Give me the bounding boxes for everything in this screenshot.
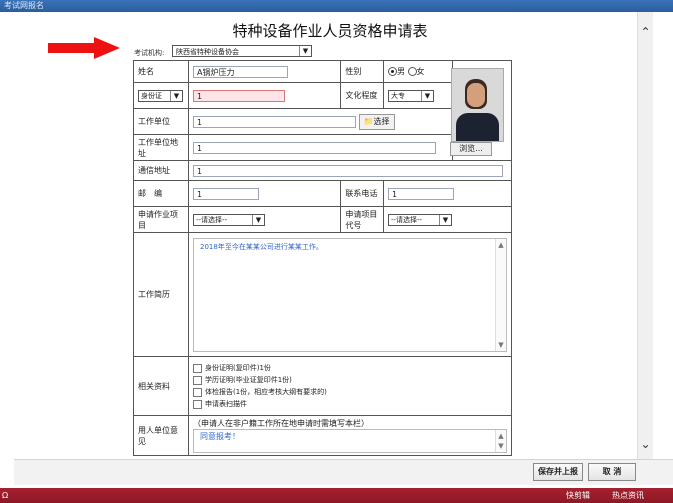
apply-item-label: 申请作业项目 <box>133 206 189 233</box>
chevron-down-icon[interactable]: ▼ <box>252 214 264 225</box>
apply-item-select[interactable]: --请选择-- ▼ <box>193 213 265 226</box>
gender-male-label: 男 <box>396 67 405 76</box>
chevron-up-icon[interactable]: ▲ <box>496 241 506 249</box>
taskbar: Ω 快剪辑 热点资讯 <box>0 488 673 503</box>
work-unit-input[interactable]: 1 <box>193 115 356 128</box>
material-item[interactable]: 身份证明(复印件)1份 <box>193 362 507 374</box>
employer-opinion-textarea[interactable]: 同意报考！ ▲ ▼ <box>193 429 507 453</box>
taskbar-left-text: Ω <box>2 491 9 500</box>
material-checkbox[interactable] <box>193 363 202 373</box>
window-title: 考试网报名 <box>4 1 44 10</box>
chevron-down-icon[interactable]: ▼ <box>496 442 506 450</box>
gender-label: 性别 <box>340 60 384 83</box>
material-label: 申请表扫描件 <box>205 400 247 408</box>
chevron-down-icon[interactable]: ▼ <box>170 90 182 101</box>
material-label: 学历证明(毕业证复印件1份) <box>205 376 292 384</box>
photo-face <box>467 83 485 107</box>
red-arrow-icon <box>48 43 94 53</box>
exam-org-value: 陕西省特种设备协会 <box>176 48 239 56</box>
taskbar-item-news[interactable]: 热点资讯 <box>612 488 644 503</box>
mail-address-label: 通信地址 <box>133 160 189 181</box>
materials-label: 相关资料 <box>133 356 189 416</box>
material-item[interactable]: 体检报告(1份，相应考核大纲有要求的) <box>193 386 507 398</box>
material-checkbox[interactable] <box>193 387 202 397</box>
material-item[interactable]: 申请表扫描件 <box>193 398 507 410</box>
exam-org-select[interactable]: 陕西省特种设备协会 ▼ <box>172 45 312 57</box>
mail-address-input[interactable]: 1 <box>193 164 503 177</box>
chevron-down-icon[interactable]: ▼ <box>420 90 433 101</box>
gender-female-label: 女 <box>416 67 425 76</box>
left-margin <box>0 12 14 459</box>
chevron-down-icon[interactable]: ▼ <box>496 341 506 349</box>
postcode-input[interactable]: 1 <box>193 187 259 200</box>
material-label: 身份证明(复印件)1份 <box>205 364 271 372</box>
scroll-up-icon[interactable]: ⌃ <box>638 24 653 40</box>
scroll-down-icon[interactable]: ⌄ <box>638 436 653 452</box>
employer-opinion-label: 用人单位意见 <box>133 415 189 456</box>
applicant-photo <box>451 68 504 142</box>
window-titlebar: 考试网报名 <box>0 0 673 12</box>
form-title: 特种设备作业人员资格申请表 <box>232 22 428 40</box>
id-number-input[interactable]: 1 <box>193 89 285 102</box>
name-input[interactable]: A锅炉压力 <box>193 65 288 78</box>
education-label: 文化程度 <box>340 82 384 109</box>
phone-input[interactable]: 1 <box>387 187 454 200</box>
resume-textarea[interactable]: 2018年至今在某某公司进行某某工作。 ▲ ▼ <box>193 237 507 352</box>
gender-female-radio[interactable] <box>407 67 417 76</box>
employer-opinion-text: 同意报考！ <box>200 432 240 441</box>
work-unit-address-label: 工作单位地址 <box>133 134 189 161</box>
photo-body <box>456 113 499 141</box>
gender-male-radio[interactable] <box>387 67 397 76</box>
resume-label: 工作简历 <box>133 232 189 357</box>
resume-scrollbar[interactable]: ▲ ▼ <box>495 238 506 351</box>
apply-code-label: 申请项目代号 <box>340 206 384 233</box>
chevron-up-icon[interactable]: ▲ <box>496 432 506 440</box>
chevron-down-icon[interactable]: ▼ <box>438 214 451 225</box>
employer-opinion-note: （申请人在非户籍工作所在地申请时需填写本栏） <box>193 419 369 428</box>
apply-item-value: --请选择-- <box>196 215 228 224</box>
folder-icon: 📁 <box>363 116 374 126</box>
taskbar-item-clip[interactable]: 快剪辑 <box>566 488 590 503</box>
browse-photo-button[interactable]: 浏览... <box>450 142 492 156</box>
name-label: 姓名 <box>133 60 189 83</box>
work-unit-label: 工作单位 <box>133 108 189 135</box>
select-button-label: 选择 <box>373 116 390 126</box>
postcode-label: 邮 编 <box>133 180 189 207</box>
id-type-value: 身份证 <box>141 91 162 100</box>
chevron-down-icon[interactable]: ▼ <box>299 46 311 56</box>
work-unit-address-input[interactable]: 1 <box>193 141 436 154</box>
opinion-scrollbar[interactable]: ▲ ▼ <box>495 430 506 452</box>
material-checkbox[interactable] <box>193 399 202 409</box>
cancel-button[interactable]: 取 消 <box>588 463 636 481</box>
education-value: 大专 <box>390 91 405 100</box>
material-checkbox[interactable] <box>193 375 202 385</box>
material-item[interactable]: 学历证明(毕业证复印件1份) <box>193 374 507 386</box>
material-label: 体检报告(1份，相应考核大纲有要求的) <box>205 388 327 396</box>
select-work-unit-button[interactable]: 📁选择 <box>358 113 395 130</box>
apply-code-select[interactable]: --请选择-- ▼ <box>387 213 452 226</box>
exam-org-label: 考试机构: <box>134 49 165 57</box>
education-select[interactable]: 大专 ▼ <box>387 89 434 102</box>
resume-text: 2018年至今在某某公司进行某某工作。 <box>200 242 323 251</box>
id-type-select[interactable]: 身份证 ▼ <box>138 89 183 102</box>
phone-label: 联系电话 <box>340 180 384 207</box>
apply-code-value: --请选择-- <box>390 215 423 224</box>
red-arrow-head-icon <box>94 37 120 59</box>
save-submit-button[interactable]: 保存并上报 <box>533 463 583 481</box>
page-scrollbar[interactable]: ⌃ ⌄ <box>637 12 653 459</box>
